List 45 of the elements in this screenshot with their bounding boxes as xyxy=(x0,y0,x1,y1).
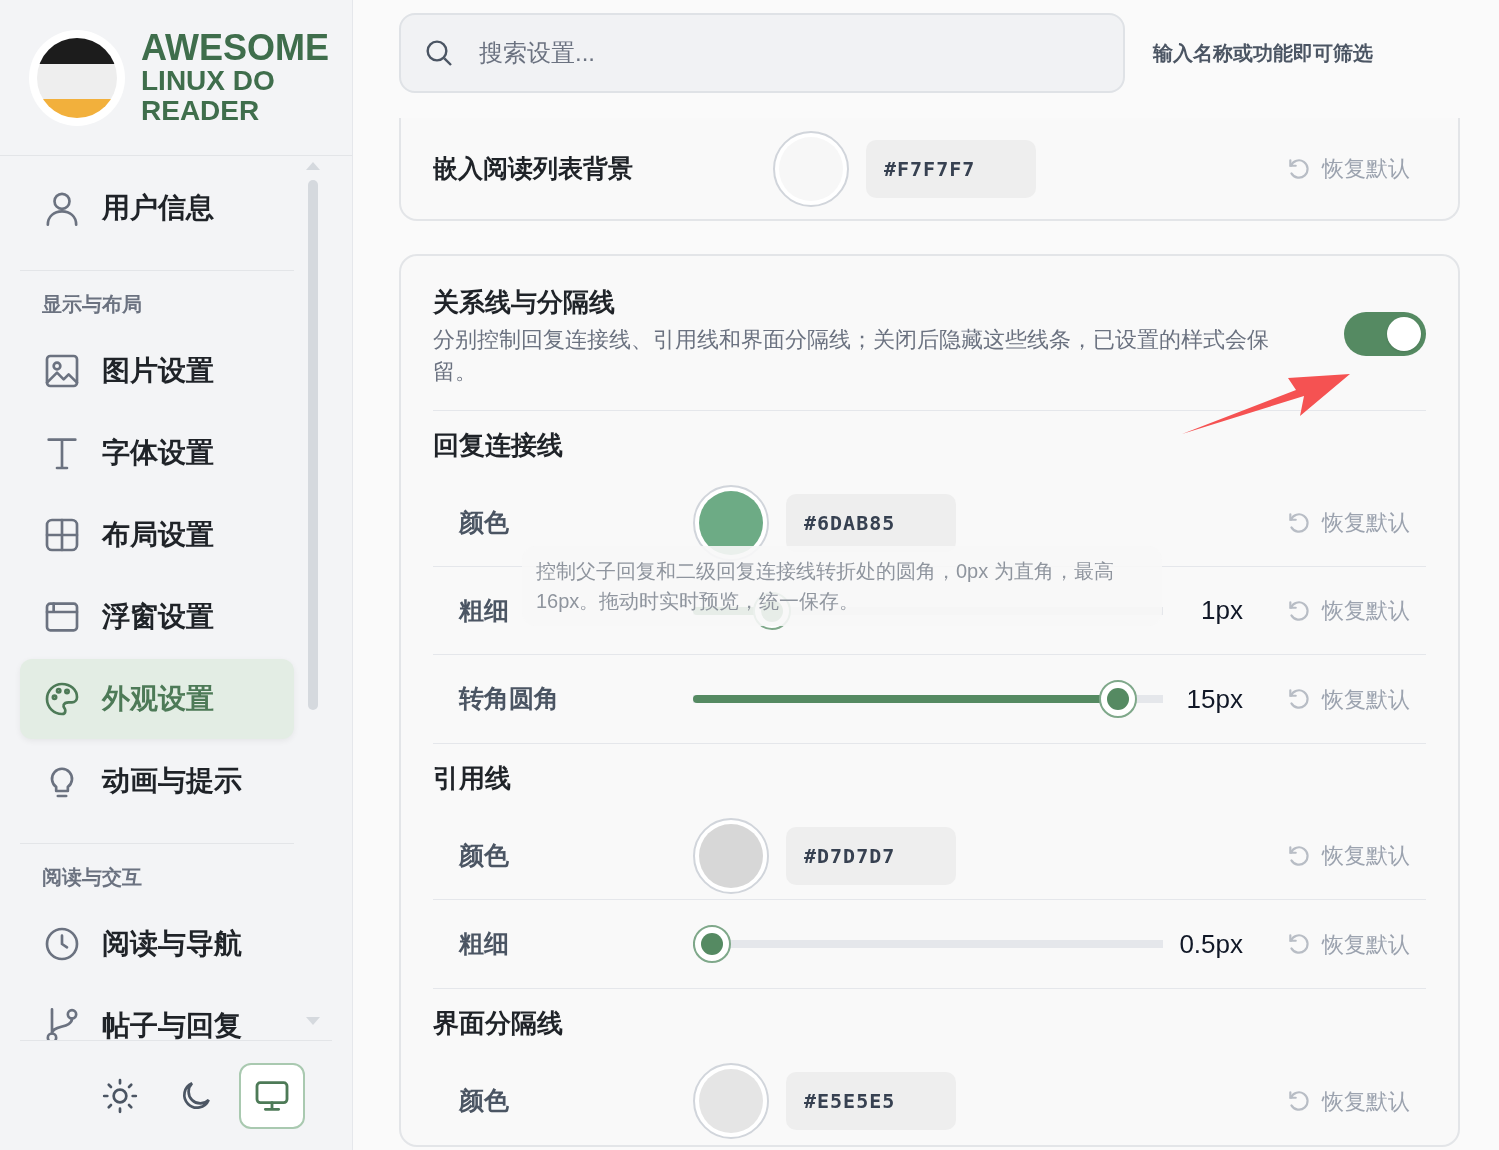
search-field[interactable]: 搜索设置... xyxy=(399,13,1125,93)
sidebar-item[interactable]: 动画与提示 xyxy=(20,741,294,821)
setting-label: 颜色 xyxy=(459,1086,509,1115)
slider-value: 0.5px xyxy=(1178,927,1243,961)
sidebar-item[interactable]: 布局设置 xyxy=(20,495,294,575)
theme-button[interactable] xyxy=(239,1062,305,1129)
reset-icon xyxy=(1286,686,1312,712)
setting-label: 粗细 xyxy=(459,929,509,958)
slider-value: 1px xyxy=(1200,594,1243,627)
sidebar-item[interactable]: 用户信息 xyxy=(20,168,294,248)
section-title: 回复连接线 xyxy=(433,428,564,462)
setting-label: 嵌入阅读列表背景 xyxy=(433,153,633,182)
hex-field[interactable]: #F7F7F7 xyxy=(866,139,1036,198)
slider-value: 15px xyxy=(1185,682,1243,716)
sidebar-item[interactable]: 图片设置 xyxy=(20,331,294,411)
tooltip: 控制父子回复和二级回复连接线转折处的圆角，0px 为直角，最高 16px。拖动时实时预览，统一保存。 xyxy=(522,546,1162,626)
hex-field[interactable]: #D7D7D7 xyxy=(786,826,956,885)
sidebar-item[interactable]: 字体设置 xyxy=(20,413,294,493)
sun-icon xyxy=(101,1076,139,1115)
setting-label: 粗细 xyxy=(459,595,509,624)
hex-field[interactable]: #E5E5E5 xyxy=(786,1072,956,1130)
section-title: 界面分隔线 xyxy=(433,1006,564,1040)
logo-icon xyxy=(29,29,125,126)
setting-label: 转角圆角 xyxy=(459,684,559,713)
setting-label: 颜色 xyxy=(459,507,509,536)
slider-thumb[interactable] xyxy=(693,925,731,963)
slider-thumb[interactable] xyxy=(1099,680,1138,718)
logo-text: READER xyxy=(141,95,261,126)
sidebar-item[interactable]: 帖子与回复 xyxy=(20,986,294,1040)
logo-text: LINUX DO xyxy=(141,65,276,96)
sidebar-item[interactable]: 外观设置 xyxy=(20,659,294,739)
section-title: 引用线 xyxy=(433,761,512,795)
reset-icon xyxy=(1286,931,1312,957)
card-title: 关系线与分隔线 xyxy=(433,286,616,319)
logo-text: AWESOME xyxy=(141,29,329,66)
card-description: 分别控制回复连接线、引用线和界面分隔线；关闭后隐藏这些线条，已设置的样式会保留。 xyxy=(433,326,1270,386)
sidebar-item[interactable]: 浮窗设置 xyxy=(20,577,294,657)
section-heading: 阅读与交互 xyxy=(41,865,143,890)
section-heading: 显示与布局 xyxy=(41,292,143,317)
reset-icon xyxy=(1286,1088,1312,1114)
scrollbar[interactable] xyxy=(306,162,320,1025)
sidebar-item[interactable]: 阅读与导航 xyxy=(20,904,294,984)
setting-label: 颜色 xyxy=(459,840,509,869)
toggle-switch[interactable] xyxy=(1344,312,1426,356)
search-hint: 输入名称或功能即可筛选 xyxy=(1153,41,1373,66)
